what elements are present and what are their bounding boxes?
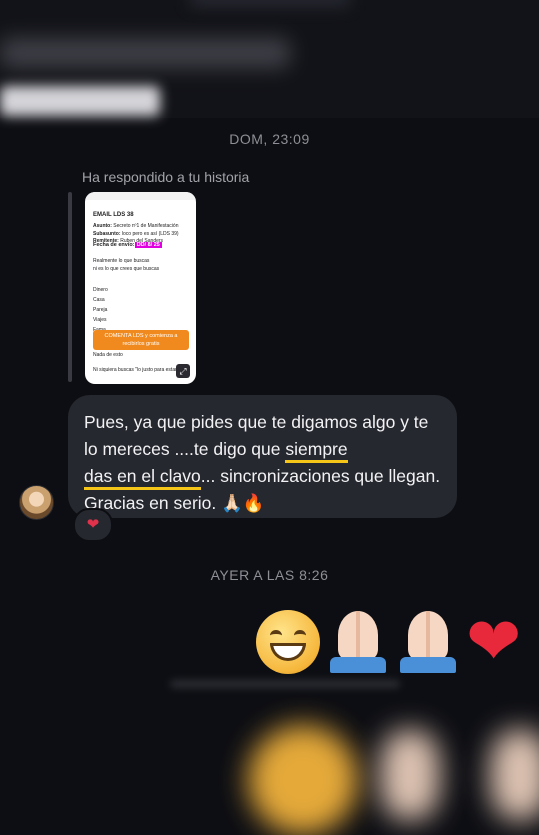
blurred-bar xyxy=(170,680,400,688)
story-status-bar xyxy=(85,192,196,200)
blurred-message-white xyxy=(0,86,160,116)
expand-icon[interactable]: ⤢ xyxy=(176,364,190,378)
heart-reaction[interactable]: ❤ xyxy=(73,508,113,542)
story-cta: COMENTA LDS y comienza a recibirlos grat… xyxy=(93,330,189,350)
blurred-emoji xyxy=(490,730,539,820)
emoji-message[interactable]: ❤ xyxy=(256,607,521,677)
blurred-header xyxy=(0,0,539,118)
fecha-value: DD/ 8/ 25 xyxy=(134,242,162,248)
story-reply-label: Ha respondido a tu historia xyxy=(82,169,250,185)
story-paragraph: ni es lo que crees que buscas xyxy=(93,266,160,272)
story-paragraph: Nada de esto xyxy=(93,352,123,358)
folded-hands-icon xyxy=(396,607,460,675)
grinning-face-icon xyxy=(256,610,320,674)
story-date: Fecha de envío: DD/ 8/ 25 xyxy=(93,241,162,249)
story-preview[interactable]: EMAIL LDS 38 Asunto: Secreto nº1 de Mani… xyxy=(85,192,196,384)
blurred-emoji xyxy=(380,730,440,820)
highlight-underline: siempre xyxy=(285,439,348,463)
story-reply-line xyxy=(68,192,72,382)
story-list-item: Dinero xyxy=(93,287,108,293)
blurred-message xyxy=(0,38,290,68)
blurred-top-text xyxy=(190,0,350,6)
fecha-label: Fecha de envío: xyxy=(93,242,135,248)
subasunto-value: loco pero es así (LDS 39) xyxy=(121,230,179,237)
asunto-value: Secreto nº1 de Manifestación xyxy=(113,223,179,229)
subasunto-label: Subasunto: xyxy=(93,230,121,237)
story-paragraph: Realmente lo que buscas xyxy=(93,258,150,264)
story-title: EMAIL LDS 38 xyxy=(93,212,134,218)
story-paragraph: Ni siquiera buscas "lo justo para estar … xyxy=(93,367,190,373)
avatar[interactable] xyxy=(19,485,54,520)
message-text: Pues, ya que pides que te digamos algo y… xyxy=(84,412,429,459)
asunto-label: Asunto: xyxy=(93,223,112,229)
message-bubble[interactable]: Pues, ya que pides que te digamos algo y… xyxy=(68,395,457,518)
story-list-item: Pareja xyxy=(93,307,108,313)
red-heart-icon: ❤ xyxy=(466,604,522,678)
timestamp: AYER A LAS 8:26 xyxy=(210,567,329,583)
timestamp: DOM, 23:09 xyxy=(229,131,310,147)
highlight-underline: das en el clavo xyxy=(84,466,201,490)
story-list-item: Casa xyxy=(93,297,105,303)
story-list-item: Viajes xyxy=(93,317,107,323)
blurred-emoji xyxy=(248,725,358,835)
folded-hands-icon xyxy=(326,607,390,675)
